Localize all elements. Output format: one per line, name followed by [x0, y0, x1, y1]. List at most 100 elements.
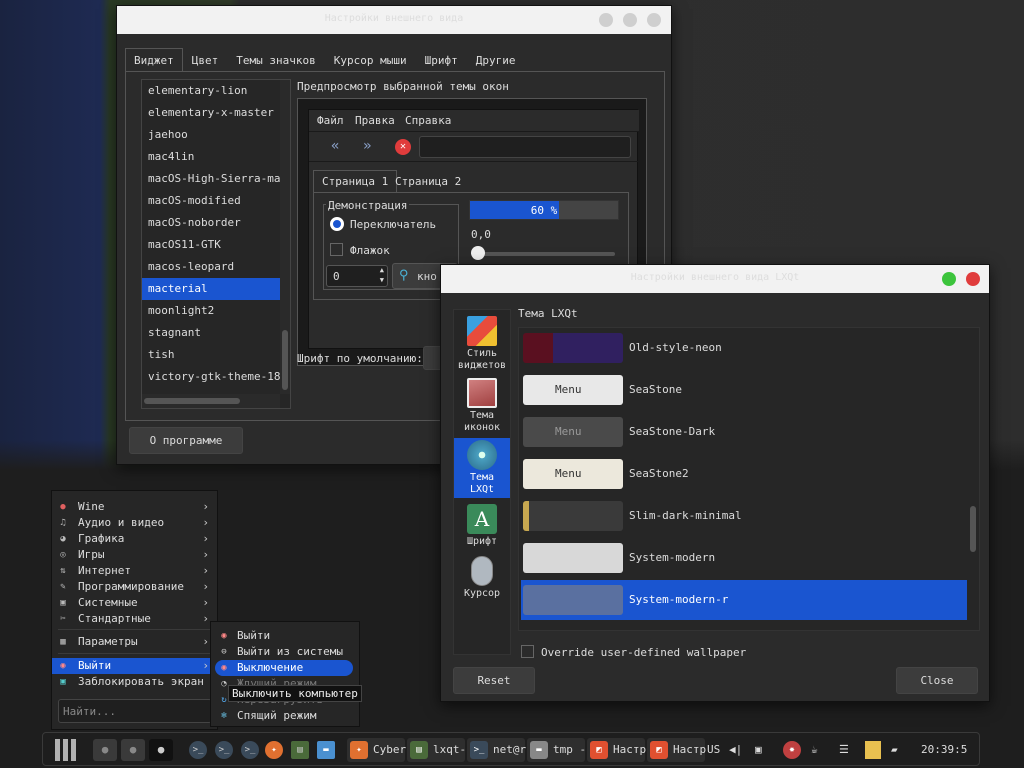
- settings-titlebar[interactable]: Настройки внешнего вида: [117, 6, 671, 34]
- preview-tab-page1[interactable]: Страница 1: [313, 170, 398, 192]
- close-dialog-button[interactable]: Close: [896, 667, 978, 694]
- widget-list-item[interactable]: elementary-x-master: [142, 102, 290, 124]
- widget-style-list[interactable]: elementary-lion elementary-x-master jaehoo…: [141, 79, 291, 409]
- forward-icon[interactable]: »: [363, 138, 371, 154]
- tab-other[interactable]: Другие: [467, 48, 525, 72]
- keyboard-layout-indicator[interactable]: US: [707, 740, 720, 760]
- demo-radio[interactable]: [330, 217, 344, 231]
- close-button[interactable]: [966, 272, 980, 286]
- update-notifier-icon[interactable]: ✸: [783, 741, 801, 759]
- widget-list-item[interactable]: macOS-noborder: [142, 212, 290, 234]
- widget-list-item[interactable]: tish: [142, 344, 290, 366]
- terminal-launcher-icon[interactable]: >_: [189, 741, 207, 759]
- demo-slider[interactable]: [471, 246, 615, 260]
- menu-category-item[interactable]: ⇅ Интернет ›: [52, 563, 217, 579]
- taskbar-task-button[interactable]: ▤ lxqt-: [407, 738, 466, 762]
- submenu-item[interactable]: ◉ Выйти: [215, 628, 353, 644]
- taskbar-task-button[interactable]: ▬ tmp -: [527, 738, 586, 762]
- sidebar-item-font[interactable]: A Шрифт: [454, 502, 510, 550]
- about-button[interactable]: О программе: [129, 427, 243, 454]
- lxqt-titlebar[interactable]: Настройки внешнего вида LXQt: [441, 265, 989, 293]
- stop-icon[interactable]: ✕: [395, 139, 411, 155]
- file-manager-launcher-icon[interactable]: ▬: [317, 741, 335, 759]
- reset-button[interactable]: Reset: [453, 667, 535, 694]
- sidebar-item-lxqt-theme[interactable]: Тема LXQt: [454, 438, 510, 498]
- demo-checkbox[interactable]: [330, 243, 343, 256]
- tab-color[interactable]: Цвет: [183, 48, 228, 72]
- preview-menu-edit[interactable]: Правка: [355, 114, 395, 127]
- preview-tab-page2[interactable]: Страница 2: [395, 175, 461, 188]
- widget-list-hscroll[interactable]: [142, 394, 280, 408]
- widget-list-item[interactable]: jaehoo: [142, 124, 290, 146]
- widget-list-item[interactable]: victory-gtk-theme-18.0: [142, 366, 290, 388]
- widget-list-item[interactable]: macterial: [142, 278, 290, 300]
- menu-category-item[interactable]: ◕ Графика ›: [52, 531, 217, 547]
- widget-list-item[interactable]: macOS11-GTK: [142, 234, 290, 256]
- preview-address-input[interactable]: [419, 136, 631, 158]
- menu-category-item[interactable]: ✎ Программирование ›: [52, 579, 217, 595]
- submenu-item[interactable]: ❄ Спящий режим: [215, 708, 353, 724]
- tab-font[interactable]: Шрифт: [416, 48, 467, 72]
- submenu-item[interactable]: ⊖ Выйти из системы: [215, 644, 353, 660]
- sidebar-item-icon-theme[interactable]: Тема иконок: [454, 376, 510, 436]
- widget-list-item[interactable]: mac4lin: [142, 146, 290, 168]
- desktop-pager-2[interactable]: ●: [121, 739, 145, 761]
- preview-menu-help[interactable]: Справка: [405, 114, 451, 127]
- terminal-launcher-icon[interactable]: >_: [215, 741, 233, 759]
- filter-icon[interactable]: ☰: [839, 740, 849, 760]
- demo-spinbox[interactable]: 0 ▲ ▼: [326, 265, 388, 287]
- menu-search-input[interactable]: Найти...: [58, 699, 212, 723]
- close-button[interactable]: [647, 13, 661, 27]
- minimize-button[interactable]: [599, 13, 613, 27]
- theme-row[interactable]: Menu SeaStone: [521, 370, 967, 410]
- widget-list-item[interactable]: macos-leopard: [142, 256, 290, 278]
- menu-category-item[interactable]: ▣ Системные ›: [52, 595, 217, 611]
- cup-icon[interactable]: ☕: [811, 740, 818, 760]
- widget-list-item[interactable]: elementary-lion: [142, 80, 290, 102]
- lxqt-theme-list[interactable]: Old-style-neon Menu SeaStone Menu SeaStone-D…: [518, 327, 980, 631]
- theme-row[interactable]: System-modern-r: [521, 580, 967, 620]
- maximize-button[interactable]: [623, 13, 637, 27]
- menu-item-lock-screen[interactable]: ▣ Заблокировать экран: [52, 674, 217, 690]
- taskbar-task-button[interactable]: ◩ Настр: [587, 738, 646, 762]
- sidebar-item-widget-style[interactable]: Стиль виджетов: [454, 314, 510, 374]
- menu-category-item[interactable]: ◎ Игры ›: [52, 547, 217, 563]
- notes-icon[interactable]: [865, 741, 881, 759]
- taskbar-task-button[interactable]: ✦ Cyber: [347, 738, 406, 762]
- spin-down-icon[interactable]: ▼: [380, 276, 384, 284]
- slider-handle[interactable]: [471, 246, 485, 260]
- text-editor-launcher-icon[interactable]: ▤: [291, 741, 309, 759]
- menu-item-settings[interactable]: ▦ Параметры ›: [52, 634, 217, 650]
- sidebar-item-cursor[interactable]: Курсор: [454, 554, 510, 602]
- theme-row[interactable]: Old-style-neon: [521, 328, 967, 368]
- back-icon[interactable]: «: [331, 138, 339, 154]
- app-menu-grid-icon[interactable]: [55, 739, 77, 761]
- chat-icon[interactable]: ▰: [891, 740, 898, 760]
- theme-row[interactable]: Menu SeaStone-Dark: [521, 412, 967, 452]
- widget-list-item[interactable]: macOS-High-Sierra-mast: [142, 168, 290, 190]
- menu-category-item[interactable]: ♫ Аудио и видео ›: [52, 515, 217, 531]
- theme-row[interactable]: System-modern: [521, 538, 967, 578]
- network-icon[interactable]: ▣: [755, 740, 762, 760]
- preview-menu-file[interactable]: Файл: [317, 114, 344, 127]
- clock[interactable]: 20:39:5: [921, 740, 967, 760]
- desktop-pager-1[interactable]: ●: [93, 739, 117, 761]
- widget-list-vscroll[interactable]: [280, 80, 290, 394]
- menu-category-item[interactable]: ✂ Стандартные ›: [52, 611, 217, 627]
- tab-widget[interactable]: Виджет: [125, 48, 183, 72]
- volume-icon[interactable]: ◀|: [729, 740, 742, 760]
- menu-category-item[interactable]: ● Wine ›: [52, 499, 217, 515]
- firefox-launcher-icon[interactable]: ✦: [265, 741, 283, 759]
- tab-mouse-cursor[interactable]: Курсор мыши: [325, 48, 416, 72]
- override-wallpaper-checkbox[interactable]: [521, 645, 534, 658]
- widget-list-item[interactable]: macOS-modified: [142, 190, 290, 212]
- maximize-button[interactable]: [942, 272, 956, 286]
- taskbar-task-button[interactable]: ◩ Настр: [647, 738, 706, 762]
- spin-up-icon[interactable]: ▲: [380, 266, 384, 274]
- menu-item-exit[interactable]: ◉ Выйти ›: [52, 658, 217, 674]
- widget-list-item[interactable]: stagnant: [142, 322, 290, 344]
- theme-row[interactable]: Menu SeaStone2: [521, 454, 967, 494]
- theme-list-vscroll[interactable]: [967, 328, 979, 630]
- tab-icon-themes[interactable]: Темы значков: [227, 48, 324, 72]
- widget-list-item[interactable]: moonlight2: [142, 300, 290, 322]
